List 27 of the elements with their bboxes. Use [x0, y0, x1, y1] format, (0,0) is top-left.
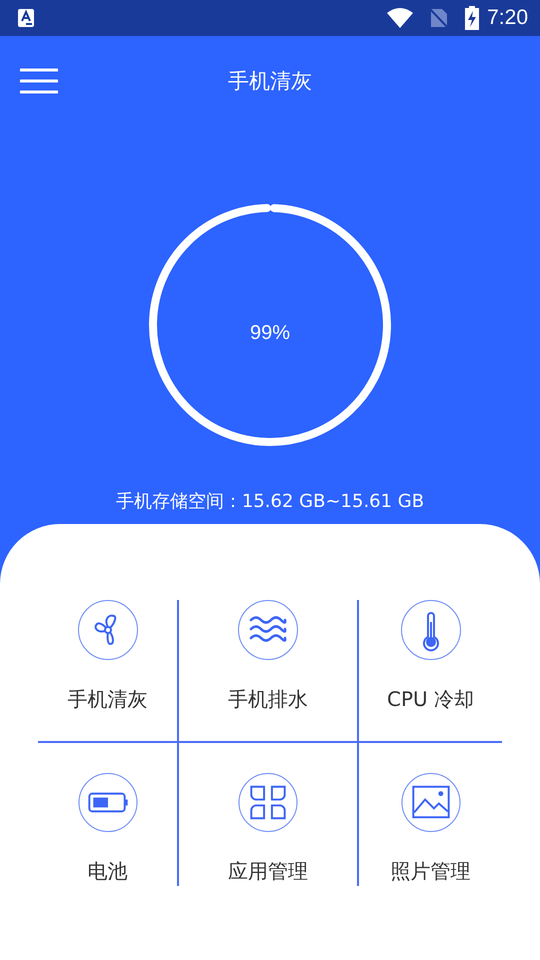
tool-label: 电池 — [88, 858, 128, 885]
tool-label: 应用管理 — [228, 858, 308, 885]
battery-icon — [78, 773, 138, 832]
tool-tile[interactable]: 电池 — [38, 743, 179, 886]
battery-charging-icon — [465, 6, 480, 30]
storage-info: 手机存储空间：15.62 GB~15.61 GB — [116, 490, 424, 514]
notification-icon — [18, 9, 34, 27]
tool-label: 手机清灰 — [68, 686, 148, 713]
clock-time: 7:20 — [487, 5, 528, 32]
wifi-icon — [387, 8, 414, 28]
no-sim-icon — [429, 7, 450, 29]
image-icon — [400, 773, 460, 832]
tool-tile[interactable]: 应用管理 — [179, 743, 359, 886]
menu-button[interactable] — [20, 68, 58, 94]
page-title: 手机清灰 — [228, 68, 312, 96]
tool-tile[interactable]: 照片管理 — [359, 743, 502, 886]
storage-percent: 99% — [250, 321, 290, 346]
apps-icon — [238, 773, 298, 832]
thermometer-icon — [400, 600, 460, 660]
tool-label: 照片管理 — [390, 858, 470, 885]
tool-tile[interactable]: 手机清灰 — [38, 600, 179, 743]
tool-tile[interactable]: CPU 冷却 — [359, 600, 502, 743]
tool-tile[interactable]: 手机排水 — [179, 600, 359, 743]
fan-icon — [78, 600, 138, 660]
waves-icon — [238, 600, 298, 660]
tool-label: CPU 冷却 — [386, 686, 474, 713]
tool-label: 手机排水 — [228, 686, 308, 713]
